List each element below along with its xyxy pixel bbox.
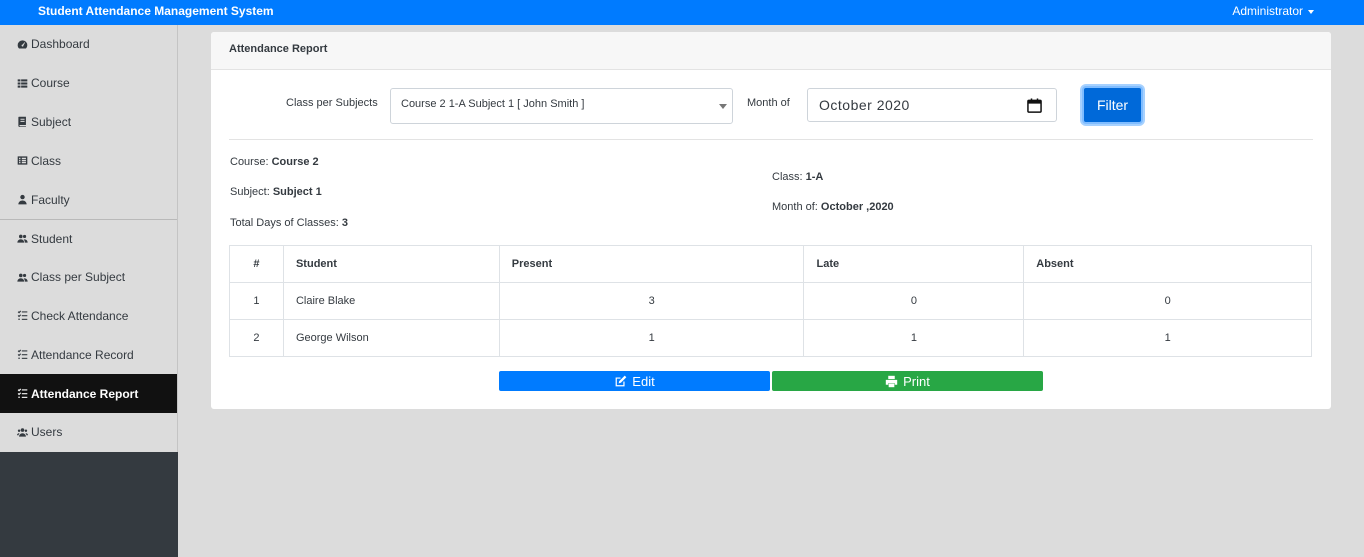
users-icon — [17, 272, 28, 283]
app-title: Student Attendance Management System — [38, 4, 274, 18]
sidebar-item-users[interactable]: Users — [0, 413, 177, 452]
sidebar-item-attendance-report[interactable]: Attendance Report — [0, 374, 177, 413]
print-button[interactable]: Print — [772, 371, 1043, 391]
sidebar: Dashboard Course Subject Class Faculty S… — [0, 25, 178, 557]
column-header-late: Late — [803, 245, 1025, 283]
sidebar-item-class-per-subject[interactable]: Class per Subject — [0, 258, 177, 297]
edit-button[interactable]: Edit — [499, 371, 770, 391]
month-input[interactable]: October 2020 — [807, 88, 1057, 122]
filter-button[interactable]: Filter — [1082, 86, 1143, 124]
absent-count: 1 — [1023, 319, 1312, 357]
table-header-row: # Student Present Late Absent — [229, 245, 1312, 283]
chevron-down-icon — [719, 104, 727, 109]
sidebar-item-label: Attendance Record — [31, 347, 134, 362]
top-navbar: Student Attendance Management System Adm… — [0, 0, 1364, 25]
tachometer-icon — [17, 39, 28, 50]
edit-button-label: Edit — [632, 373, 655, 389]
sidebar-item-label: Student — [31, 231, 73, 246]
sidebar-item-course[interactable]: Course — [0, 64, 177, 103]
subject-label: Subject: — [230, 186, 270, 198]
class-per-subject-value: Course 2 1-A Subject 1 [ John Smith ] — [401, 98, 585, 110]
calendar-icon[interactable] — [1027, 98, 1042, 113]
subject-info: Subject: Subject 1 — [230, 186, 322, 198]
sidebar-item-student[interactable]: Student — [0, 218, 177, 258]
print-icon — [885, 375, 898, 387]
present-count: 1 — [498, 319, 805, 357]
sidebar-item-label: Course — [31, 76, 70, 91]
user-menu-dropdown[interactable]: Administrator — [1232, 4, 1314, 18]
total-days-info: Total Days of Classes: 3 — [230, 217, 348, 229]
print-button-label: Print — [903, 373, 930, 389]
class-value: 1-A — [805, 171, 824, 183]
total-days-value: 3 — [341, 217, 349, 229]
tasks-icon — [17, 310, 28, 321]
user-tie-icon — [17, 194, 28, 205]
attendance-report-card: Attendance Report Class per Subjects Cou… — [211, 32, 1331, 409]
sidebar-item-label: Attendance Report — [31, 386, 139, 401]
class-label: Class: — [772, 171, 803, 183]
subject-value: Subject 1 — [272, 186, 322, 198]
sidebar-item-label: Check Attendance — [31, 308, 129, 323]
class-per-subject-select[interactable]: Course 2 1-A Subject 1 [ John Smith ] — [390, 88, 733, 124]
course-info: Course: Course 2 — [230, 156, 319, 168]
row-number: 2 — [229, 319, 284, 357]
sidebar-item-label: Dashboard — [31, 37, 90, 52]
user-menu-label: Administrator — [1232, 4, 1303, 18]
tasks-icon — [17, 349, 28, 360]
absent-count: 0 — [1023, 282, 1312, 320]
tasks-icon — [17, 388, 28, 399]
month-of-label: Month of — [747, 97, 790, 109]
class-per-subjects-label: Class per Subjects — [286, 97, 378, 109]
sidebar-item-label: Faculty — [31, 192, 70, 207]
sidebar-item-label: Class — [31, 153, 62, 168]
table-row: 2 George Wilson 1 1 1 — [229, 319, 1312, 357]
column-header-student: Student — [282, 245, 500, 283]
edit-icon — [615, 375, 627, 386]
student-name: George Wilson — [282, 319, 500, 357]
users-icon — [17, 233, 28, 244]
sidebar-item-class[interactable]: Class — [0, 141, 177, 180]
divider — [229, 139, 1313, 140]
row-number: 1 — [229, 282, 284, 320]
list-icon — [17, 78, 28, 89]
present-count: 3 — [498, 282, 805, 320]
sidebar-item-label: Subject — [31, 114, 72, 129]
class-info: Class: 1-A — [772, 171, 823, 183]
student-name: Claire Blake — [282, 282, 500, 320]
sidebar-item-label: Class per Subject — [31, 270, 126, 285]
sidebar-item-check-attendance[interactable]: Check Attendance — [0, 297, 177, 336]
list-alt-icon — [17, 155, 28, 166]
late-count: 0 — [803, 282, 1025, 320]
course-label: Course: — [230, 156, 269, 168]
month-info: Month of: October ,2020 — [772, 201, 894, 213]
book-icon — [17, 116, 28, 128]
month-value: October ,2020 — [820, 201, 894, 213]
sidebar-item-label: Users — [31, 425, 63, 440]
sidebar-item-attendance-record[interactable]: Attendance Record — [0, 335, 177, 374]
card-title: Attendance Report — [211, 32, 1331, 70]
caret-down-icon — [1308, 9, 1314, 14]
sidebar-item-subject[interactable]: Subject — [0, 103, 177, 142]
column-header-number: # — [229, 245, 284, 283]
column-header-absent: Absent — [1023, 245, 1312, 283]
late-count: 1 — [803, 319, 1025, 357]
month-input-value: October 2020 — [819, 97, 910, 113]
course-value: Course 2 — [271, 156, 319, 168]
total-days-label: Total Days of Classes: — [230, 217, 339, 229]
attendance-table: # Student Present Late Absent 1 Claire B… — [229, 245, 1312, 357]
column-header-present: Present — [498, 245, 805, 283]
table-row: 1 Claire Blake 3 0 0 — [229, 282, 1312, 320]
sidebar-menu: Dashboard Course Subject Class Faculty S… — [0, 25, 178, 452]
sidebar-item-dashboard[interactable]: Dashboard — [0, 25, 177, 64]
users-cog-icon — [17, 427, 28, 438]
month-label: Month of: — [772, 201, 818, 213]
sidebar-item-faculty[interactable]: Faculty — [0, 180, 177, 219]
